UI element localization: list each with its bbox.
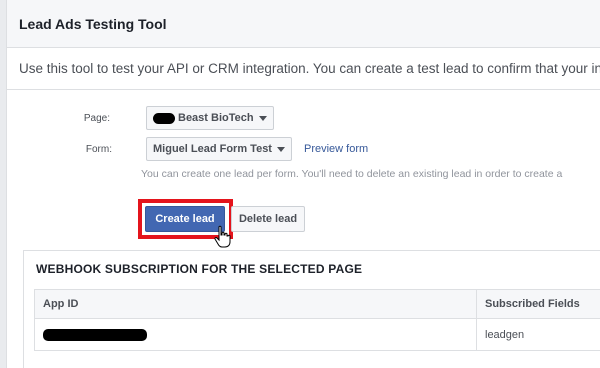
webhook-section: WEBHOOK SUBSCRIPTION FOR THE SELECTED PA…	[23, 250, 600, 368]
redacted-page-name	[153, 112, 175, 124]
page-label: Page:	[83, 112, 110, 124]
page-select-value: Beast BioTech	[178, 112, 254, 124]
table-header: App ID Subscribed Fields	[34, 289, 600, 319]
subscribed-fields-cell: leadgen	[485, 328, 525, 341]
redacted-app-id	[43, 328, 147, 341]
form-hint: You can create one lead per form. You'll…	[141, 168, 563, 180]
form-row: Form: Miguel Lead Form Test Preview form	[72, 137, 368, 161]
column-header-app-id: App ID	[35, 290, 477, 318]
intro-text: Use this tool to test your API or CRM in…	[7, 48, 600, 90]
panel-header: Lead Ads Testing Tool	[7, 0, 600, 48]
form-label: Form:	[85, 143, 112, 155]
create-lead-button[interactable]: Create lead	[145, 206, 225, 232]
delete-lead-button[interactable]: Delete lead	[231, 206, 305, 232]
table-row: leadgen	[34, 319, 600, 351]
page-row: Page: Beast BioTech	[70, 106, 274, 130]
form-select-value: Miguel Lead Form Test	[153, 143, 272, 155]
column-header-subscribed-fields: Subscribed Fields	[485, 298, 580, 310]
page-select[interactable]: Beast BioTech	[146, 106, 274, 130]
chevron-down-icon	[258, 115, 267, 121]
webhook-title: WEBHOOK SUBSCRIPTION FOR THE SELECTED PA…	[36, 262, 363, 276]
preview-form-link[interactable]: Preview form	[304, 143, 368, 155]
hand-pointer-icon	[214, 225, 231, 248]
app-id-cell	[35, 319, 477, 350]
form-select[interactable]: Miguel Lead Form Test	[146, 137, 292, 161]
webhook-table: App ID Subscribed Fields leadgen	[34, 289, 600, 351]
chevron-down-icon	[276, 146, 285, 152]
page-title: Lead Ads Testing Tool	[19, 16, 167, 32]
